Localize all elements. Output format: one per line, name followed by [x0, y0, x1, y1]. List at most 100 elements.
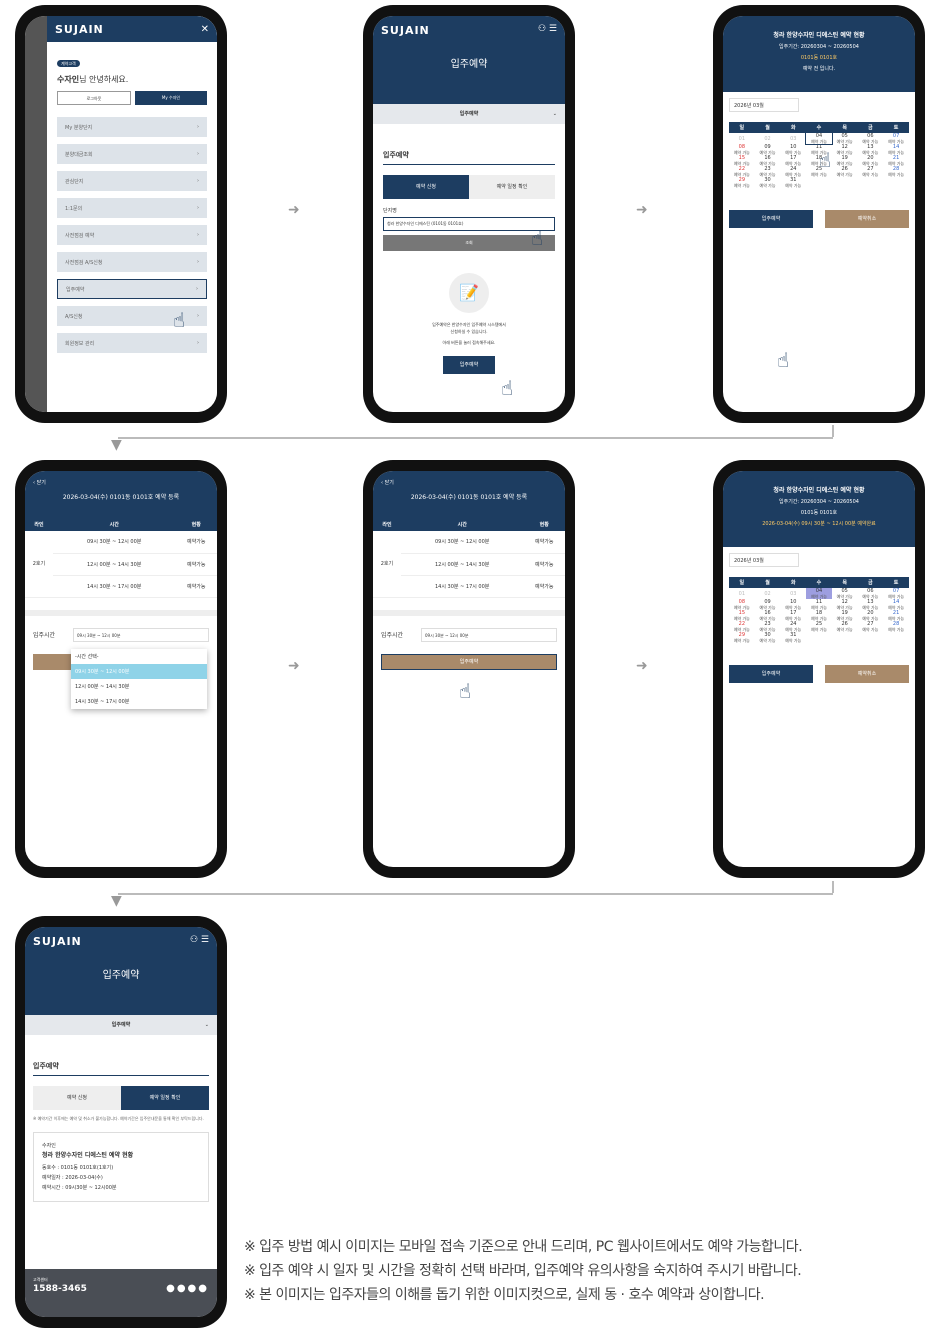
calendar-day[interactable]: 05 예약 가능 — [832, 588, 858, 599]
calendar-day[interactable]: 10 예약 가능 — [780, 599, 806, 610]
calendar-day[interactable]: 14 예약 가능 — [883, 599, 909, 610]
reserve-button[interactable]: 입주예약 — [729, 210, 813, 228]
calendar-day[interactable]: 20 예약 가능 — [858, 610, 884, 621]
calendar-day[interactable]: 08 예약 가능 — [729, 144, 755, 155]
calendar-day[interactable]: 13 예약 가능 — [858, 599, 884, 610]
calendar-day[interactable]: 06 예약 가능 — [858, 133, 884, 144]
cancel-button[interactable]: 예약취소 — [825, 210, 909, 228]
calendar-day[interactable]: 31 예약 가능 — [780, 177, 806, 188]
calendar-day[interactable]: 18 예약 가능 — [806, 610, 832, 621]
calendar-day[interactable]: 25 예약 가능 — [806, 621, 832, 632]
calendar-day[interactable]: 17 예약 가능 — [780, 610, 806, 621]
calendar-day: 02 — [764, 135, 771, 142]
menu-item[interactable]: 분양대금조회 › — [57, 144, 207, 164]
menu-item-label: 입주예약 — [66, 286, 85, 293]
calendar-day[interactable]: 30 예약 가능 — [755, 632, 781, 643]
tab-schedule[interactable]: 예약 일정 확인 — [121, 1086, 209, 1110]
calendar-day[interactable]: 11 예약 가능 — [806, 599, 832, 610]
user-menu-icon[interactable]: ⚇ ☰ — [538, 24, 557, 37]
month-select[interactable]: 2026년 03월 — [729, 98, 799, 112]
calendar-day[interactable]: 15 예약 가능 — [729, 155, 755, 166]
complex-select[interactable]: 청라 한양수자인 디에스틴 (0101동 0101호) — [383, 217, 555, 231]
calendar-day[interactable]: 12 예약 가능 — [832, 599, 858, 610]
arrow-right-icon: ➜ — [636, 202, 648, 218]
calendar-day[interactable]: 29 예약 가능 — [729, 632, 755, 643]
calendar-day[interactable]: 27 예약 가능 — [858, 166, 884, 177]
calendar-day[interactable]: 22 예약 가능 — [729, 621, 755, 632]
reserve-button[interactable]: 입주예약 — [729, 665, 813, 683]
calendar-day[interactable]: 06 예약 가능 — [858, 588, 884, 599]
status-cell: 예약가능 — [175, 575, 217, 598]
calendar-day[interactable]: 13 예약 가능 — [858, 144, 884, 155]
option[interactable]: 14시 30분 ~ 17시 00분 — [71, 694, 207, 709]
search-button[interactable]: 조회 — [383, 235, 555, 251]
option-default[interactable]: -시간 선택- — [71, 649, 207, 664]
calendar-day[interactable]: 12 예약 가능 — [832, 144, 858, 155]
calendar-day[interactable]: 19 예약 가능 — [832, 155, 858, 166]
user-menu-icon[interactable]: ⚇ ☰ — [190, 935, 209, 948]
calendar-day[interactable]: 17 예약 가능 — [780, 155, 806, 166]
close-icon[interactable]: ✕ — [201, 24, 209, 35]
calendar-day[interactable]: 15 예약 가능 — [729, 610, 755, 621]
menu-item[interactable]: My 분양단지 › — [57, 117, 207, 137]
calendar-day[interactable]: 23 예약 가능 — [755, 621, 781, 632]
calendar-day[interactable]: 04 예약 가능 — [805, 132, 833, 145]
calendar-day[interactable]: 28 예약 가능 — [883, 166, 909, 177]
calendar-day[interactable]: 09 예약 가능 — [755, 144, 781, 155]
menu-item[interactable]: 회원정보 관리 › — [57, 333, 207, 353]
option[interactable]: 12시 00분 ~ 14시 30분 — [71, 679, 207, 694]
my-sujain-button[interactable]: My 수자인 — [135, 91, 207, 105]
menu-item[interactable]: 입주예약 › — [57, 279, 207, 299]
calendar-day[interactable]: 26 예약 가능 — [832, 621, 858, 632]
calendar-day[interactable]: 21 예약 가능 — [883, 155, 909, 166]
calendar-day[interactable]: 30 예약 가능 — [755, 177, 781, 188]
calendar-day[interactable]: 14 예약 가능 — [883, 144, 909, 155]
calendar-day[interactable]: 20 예약 가능 — [858, 155, 884, 166]
calendar-day[interactable]: 27 예약 가능 — [858, 621, 884, 632]
cancel-button[interactable]: 예약취소 — [825, 665, 909, 683]
calendar-day[interactable]: 26 예약 가능 — [832, 166, 858, 177]
page-dropdown[interactable]: 입주예약 ⌄ — [25, 1015, 217, 1035]
menu-item[interactable]: 관심단지 › — [57, 171, 207, 191]
menu-item-label: 사전점검 A/S신청 — [65, 259, 103, 266]
menu-item[interactable]: 1:1문의 › — [57, 198, 207, 218]
calendar-day[interactable]: 24 예약 가능 — [780, 621, 806, 632]
tab-apply[interactable]: 예약 신청 — [33, 1086, 121, 1110]
month-select[interactable]: 2026년 03월 — [729, 553, 799, 567]
calendar-day[interactable]: 24 예약 가능 — [780, 166, 806, 177]
calendar-day[interactable]: 07 예약 가능 — [883, 588, 909, 599]
social-icons[interactable]: ●●●● — [166, 1283, 209, 1294]
calendar-day[interactable]: 04 예약 가능 — [806, 588, 832, 599]
menu-item[interactable]: 사전점검 예약 › — [57, 225, 207, 245]
calendar-day[interactable]: 16 예약 가능 — [755, 155, 781, 166]
calendar-day[interactable]: 16 예약 가능 — [755, 610, 781, 621]
brand-logo: SUJAIN — [55, 22, 104, 36]
calendar-day[interactable]: 07 예약 가능 — [883, 133, 909, 144]
time-select[interactable]: 09시 30분 ~ 12시 00분 — [421, 627, 557, 642]
menu-item[interactable]: 사전점검 A/S신청 › — [57, 252, 207, 272]
time-dropdown[interactable]: -시간 선택- 09시 30분 ~ 12시 00분 12시 00분 ~ 14시 … — [71, 649, 207, 709]
tab-schedule[interactable]: 예약 일정 확인 — [469, 175, 555, 199]
option-selected[interactable]: 09시 30분 ~ 12시 00분 — [71, 664, 207, 679]
calendar-day[interactable]: 08 예약 가능 — [729, 599, 755, 610]
page-dropdown[interactable]: 입주예약 ⌄ — [373, 104, 565, 124]
calendar-day[interactable]: 23 예약 가능 — [755, 166, 781, 177]
calendar-day[interactable]: 09 예약 가능 — [755, 599, 781, 610]
calendar-day[interactable]: 29 예약 가능 — [729, 177, 755, 188]
close-link[interactable]: ‹ 닫기 — [381, 479, 557, 486]
reserve-button[interactable]: 입주예약 — [381, 653, 557, 670]
reserve-go-button[interactable]: 입주예약 — [443, 356, 495, 374]
weekday-header: 일 — [729, 577, 755, 588]
calendar-day[interactable]: 10 예약 가능 — [780, 144, 806, 155]
close-link[interactable]: ‹ 닫기 — [33, 479, 209, 486]
tab-apply[interactable]: 예약 신청 — [383, 175, 469, 199]
time-select[interactable]: 09시 30분 ~ 12시 00분 — [73, 627, 209, 642]
calendar-day[interactable]: 05 예약 가능 — [832, 133, 858, 144]
calendar-day[interactable]: 28 예약 가능 — [883, 621, 909, 632]
calendar-day[interactable]: 22 예약 가능 — [729, 166, 755, 177]
calendar-day[interactable]: 21 예약 가능 — [883, 610, 909, 621]
calendar-day[interactable]: 19 예약 가능 — [832, 610, 858, 621]
calendar-day[interactable]: 31 예약 가능 — [780, 632, 806, 643]
weekday-header: 화 — [780, 122, 807, 133]
logout-button[interactable]: 로그아웃 — [57, 91, 131, 105]
